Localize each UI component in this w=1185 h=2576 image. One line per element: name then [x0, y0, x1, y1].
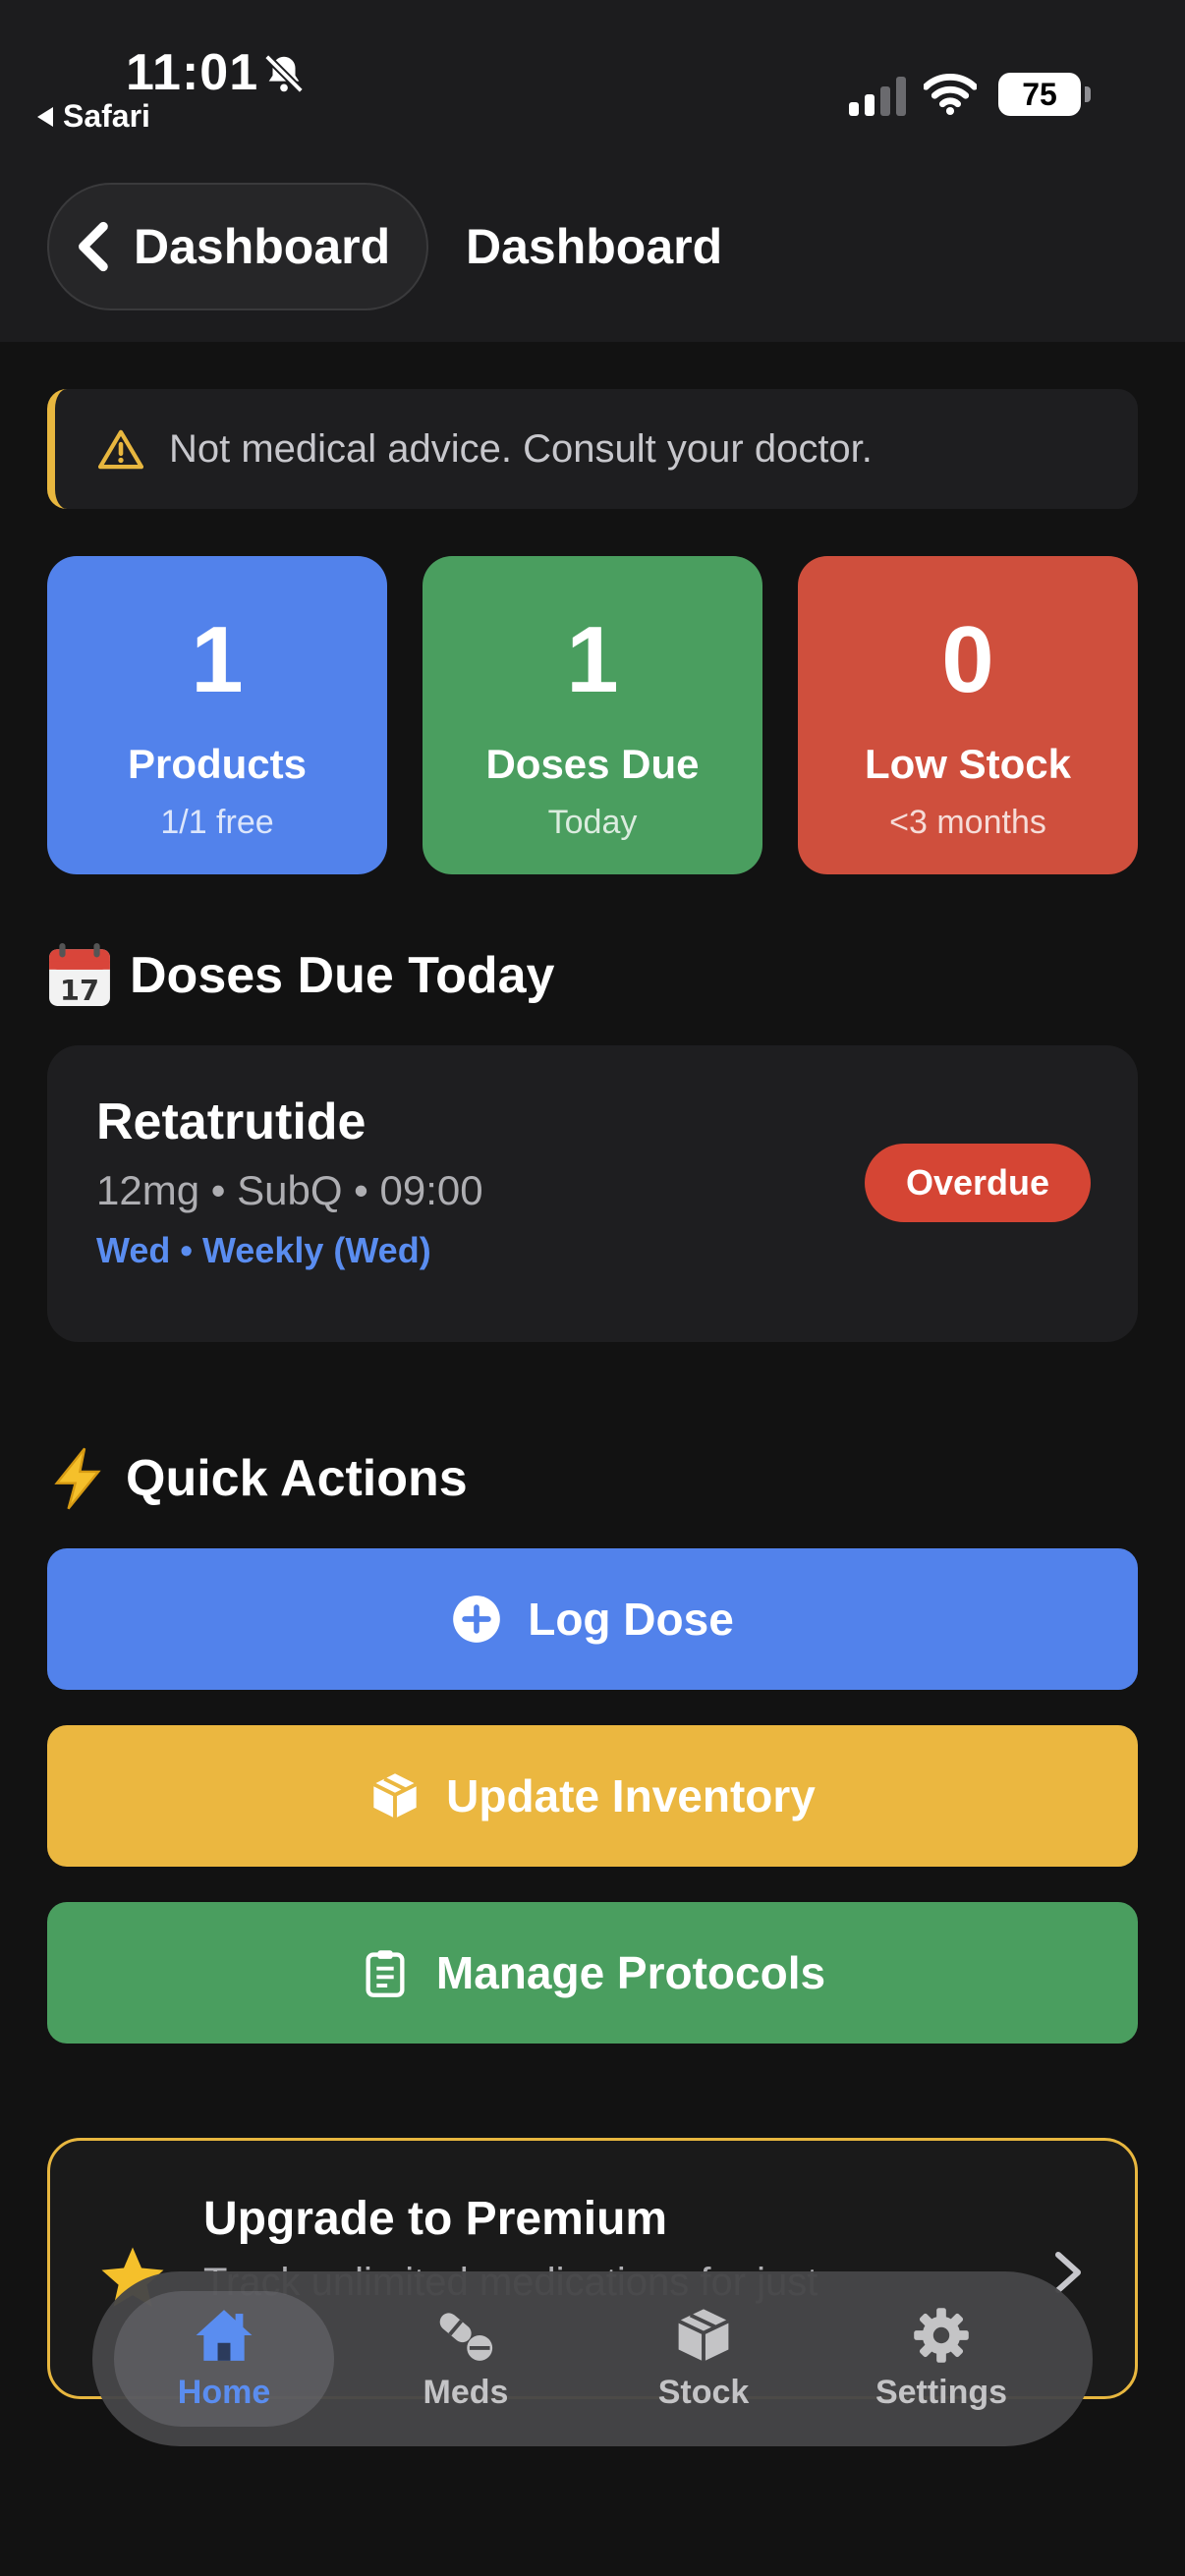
quick-actions-title: Quick Actions: [126, 1450, 468, 1507]
quick-actions-heading: Quick Actions: [47, 1446, 468, 1511]
premium-title: Upgrade to Premium: [203, 2193, 668, 2245]
calendar-icon: 17: [49, 943, 110, 1007]
back-app-label: Safari: [63, 98, 150, 134]
back-triangle-icon: [37, 106, 53, 127]
manage-protocols-label: Manage Protocols: [435, 1947, 826, 1998]
bell-muted-icon: [264, 54, 304, 93]
log-dose-label: Log Dose: [528, 1594, 734, 1645]
stat-value: 0: [941, 607, 994, 712]
status-time: 11:01: [126, 44, 259, 101]
clipboard-icon: [366, 1950, 405, 1997]
tab-stock-label: Stock: [657, 2373, 750, 2411]
wifi-icon: [924, 74, 977, 116]
log-dose-button[interactable]: Log Dose: [47, 1548, 1138, 1690]
disclaimer-text: Not medical advice. Consult your doctor.: [169, 426, 873, 471]
dashboard-screen: 11:01 Safari 75 Dashboard Dashboard Not …: [0, 0, 1185, 2576]
tab-stock[interactable]: Stock: [593, 2291, 814, 2427]
battery-indicator: 75: [998, 73, 1091, 116]
doses-section-title: Doses Due Today: [130, 947, 555, 1004]
warning-icon: [98, 429, 143, 470]
lightning-icon: [54, 1447, 101, 1510]
dose-product-name: Retatrutide: [96, 1093, 367, 1150]
page-title: Dashboard: [466, 219, 723, 274]
tab-settings-label: Settings: [875, 2373, 1008, 2411]
stat-card-low-stock[interactable]: 0 Low Stock <3 months: [798, 556, 1138, 874]
manage-protocols-button[interactable]: Manage Protocols: [47, 1902, 1138, 2044]
stat-sub: 1/1 free: [160, 804, 274, 841]
chevron-left-icon: [79, 221, 108, 272]
plus-circle-icon: [453, 1596, 501, 1643]
stat-sub: Today: [547, 804, 638, 841]
tab-meds[interactable]: Meds: [356, 2291, 576, 2427]
stat-value: 1: [566, 607, 619, 712]
tab-settings[interactable]: Settings: [831, 2291, 1051, 2427]
tab-bar: Home Meds Stock Settings: [92, 2271, 1093, 2446]
stat-label: Low Stock: [864, 741, 1072, 787]
pills-icon: [439, 2312, 493, 2361]
back-button-label: Dashboard: [134, 219, 391, 274]
update-inventory-label: Update Inventory: [446, 1770, 816, 1821]
tab-meds-label: Meds: [423, 2373, 509, 2411]
top-bar: 11:01 Safari 75 Dashboard Dashboard: [0, 0, 1185, 342]
dose-details: 12mg • SubQ • 09:00: [96, 1167, 483, 1213]
stat-card-products[interactable]: 1 Products 1/1 free: [47, 556, 387, 874]
overdue-badge[interactable]: Overdue: [865, 1144, 1091, 1222]
tab-home-label: Home: [177, 2373, 271, 2411]
stat-value: 1: [191, 607, 244, 712]
stat-label: Doses Due: [485, 741, 700, 787]
box-icon: [677, 2308, 730, 2362]
back-button[interactable]: Dashboard: [47, 183, 428, 310]
disclaimer-banner: Not medical advice. Consult your doctor.: [47, 389, 1138, 509]
cellular-signal-icon: [849, 77, 906, 116]
dose-card[interactable]: Retatrutide 12mg • SubQ • 09:00 Wed • We…: [47, 1045, 1138, 1342]
home-icon: [196, 2309, 253, 2361]
box-icon: [372, 1773, 418, 1819]
stat-label: Products: [127, 741, 308, 787]
back-to-safari[interactable]: Safari: [37, 98, 150, 135]
update-inventory-button[interactable]: Update Inventory: [47, 1725, 1138, 1867]
doses-section-heading: 17 Doses Due Today: [47, 943, 554, 1008]
tab-home[interactable]: Home: [114, 2291, 334, 2427]
stat-card-doses-due[interactable]: 1 Doses Due Today: [423, 556, 762, 874]
dose-schedule: Wed • Weekly (Wed): [96, 1230, 431, 1270]
gear-icon: [914, 2307, 969, 2363]
stat-sub: <3 months: [889, 804, 1046, 841]
svg-text:17: 17: [60, 974, 99, 1007]
